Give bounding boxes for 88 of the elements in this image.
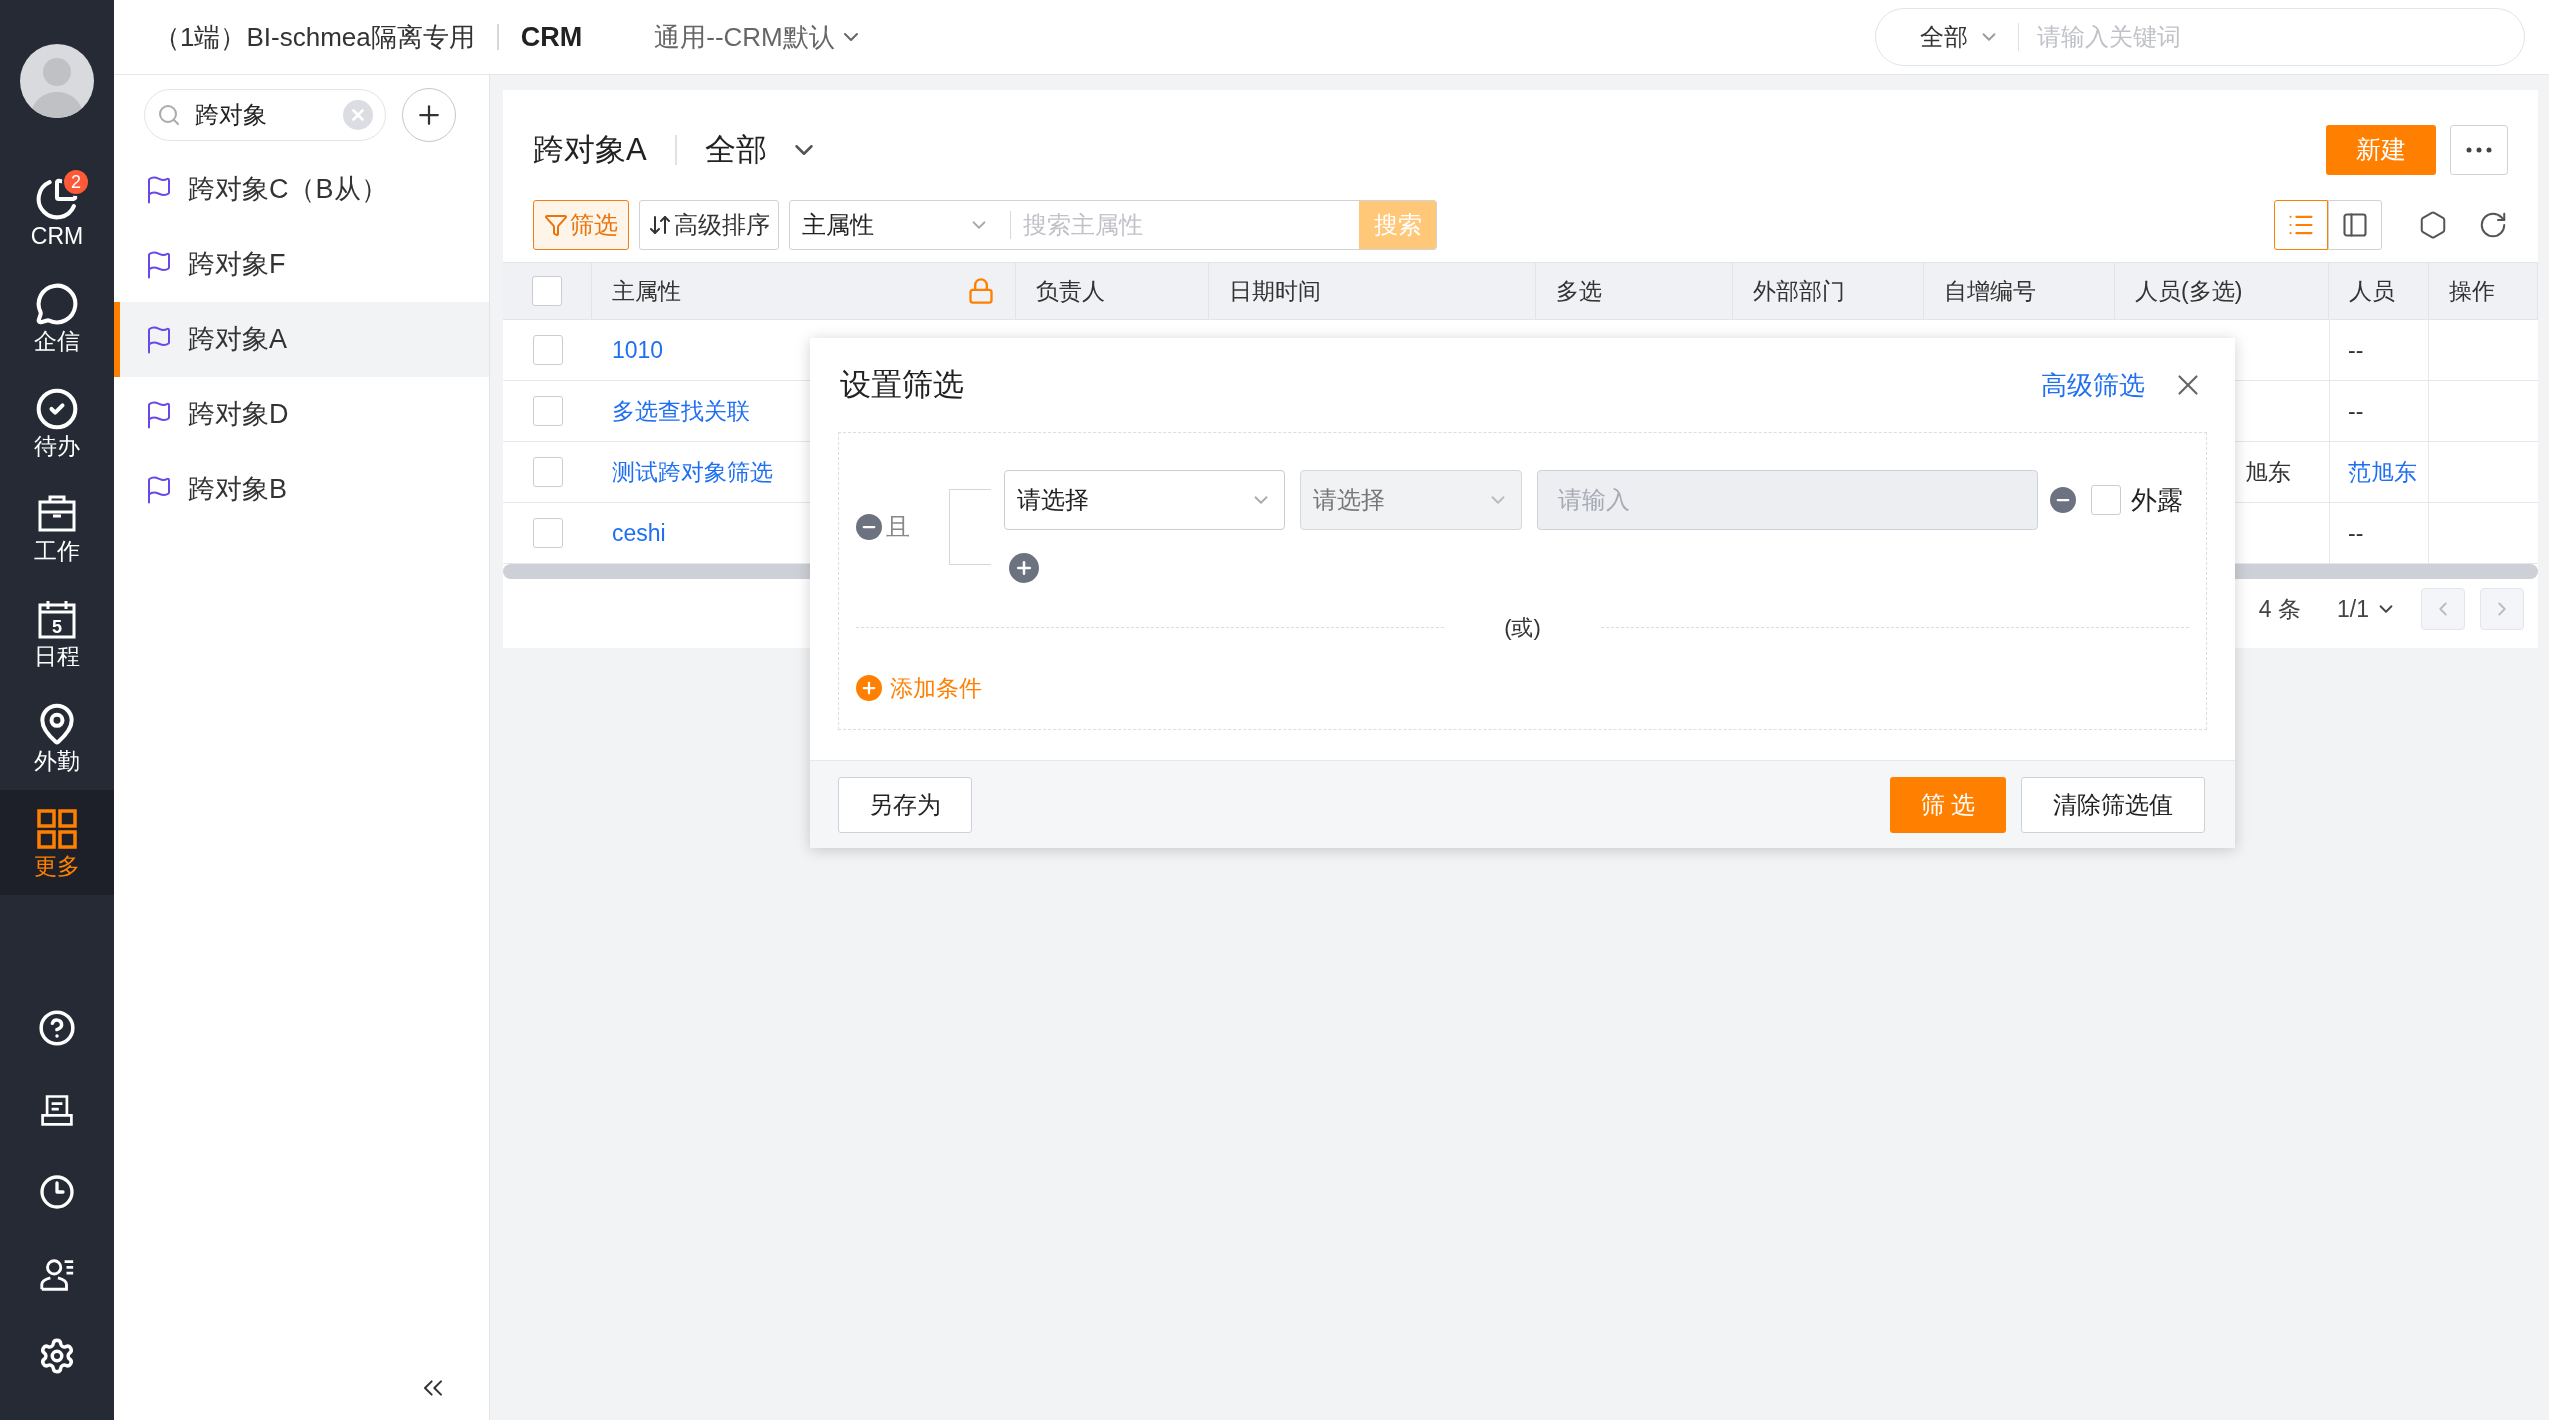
nav-label: 工作 [34,540,80,563]
expose-label: 外露 [2131,483,2183,517]
add-sub-condition-icon[interactable] [1009,553,1039,583]
tenant-name: （1端）BI-schmea隔离专用 [154,20,475,54]
table-cell-text: 旭东 [2245,457,2291,487]
sort-button[interactable]: 高级排序 [639,200,779,250]
object-item[interactable]: 跨对象D [114,377,489,452]
clear-filter-button[interactable]: 清除筛选值 [2021,776,2205,833]
person-link[interactable]: 范旭东 [2348,454,2417,490]
operator-select: 请选择 [1300,470,1522,530]
search-input[interactable]: 跨对象 [195,97,315,133]
select-all-checkbox[interactable] [532,276,562,306]
and-label: 且 [886,511,910,542]
field-dropdown[interactable]: 主属性 [790,201,1010,249]
remove-condition-icon[interactable] [2050,487,2076,513]
check-circle-icon [35,387,79,431]
record-link[interactable]: 1010 [612,332,664,368]
column-header[interactable]: 外部部门 [1753,273,1845,309]
remove-group-icon[interactable] [856,513,882,540]
nav-item[interactable]: 更多 [0,790,114,895]
table-cell-text: -- [2348,396,2364,426]
table-cell-text: -- [2348,335,2364,365]
ellipsis-icon [2466,147,2492,153]
panel-icon [2341,211,2369,239]
column-header[interactable]: 负责人 [1036,273,1105,309]
tray-icon[interactable] [39,1092,75,1128]
row-checkbox[interactable] [532,457,563,487]
clock-icon[interactable] [39,1174,75,1210]
column-header[interactable]: 主属性 [612,273,681,309]
column-header[interactable]: 自增编号 [1944,273,2036,309]
row-checkbox[interactable] [532,335,563,365]
column-header[interactable]: 操作 [2449,273,2495,309]
row-checkbox[interactable] [532,518,563,548]
record-link[interactable]: 测试跨对象筛选 [612,454,773,490]
record-link[interactable]: 多选查找关联 [612,393,750,429]
view-dropdown[interactable]: 通用--CRM默认 [654,17,863,57]
nav-item[interactable]: 工作 [0,475,114,580]
notification-badge: 2 [62,168,90,196]
app-name: CRM [520,20,583,54]
split-view-button[interactable] [2328,200,2382,250]
object-item[interactable]: 跨对象B [114,452,489,527]
expose-checkbox[interactable] [2091,485,2121,515]
record-link[interactable]: ceshi [612,515,666,551]
advanced-filter-link[interactable]: 高级筛选 [2041,365,2145,405]
nav-item[interactable]: 外勤 [0,685,114,790]
page-dropdown[interactable]: 1/1 [2337,591,2397,627]
or-separator: (或) [1504,613,1541,642]
nav-item[interactable]: 5 日程 [0,580,114,685]
column-header[interactable]: 多选 [1556,273,1602,309]
table-cell-text: -- [2348,518,2364,548]
nav-label: 更多 [34,855,80,878]
nav-label: 日程 [34,645,80,668]
nav-item[interactable]: 企信 [0,265,114,370]
object-item[interactable]: 跨对象C（B从） [114,152,489,227]
total-count: 4 条 [2258,594,2301,624]
nav-label: 待办 [34,435,80,458]
lock-icon [967,277,995,305]
chat-bubble-icon [35,282,79,326]
nav-label: 外勤 [34,750,80,773]
scope-dropdown[interactable]: 全部 [704,126,819,174]
nav-label: CRM [30,225,84,248]
grid-icon [35,807,79,851]
nav-item[interactable]: 2 CRM [0,160,114,265]
search-input[interactable]: 请输入关键词 [2037,19,2480,55]
nav-label: 企信 [34,330,80,353]
search-field[interactable]: 搜索主属性 [1011,201,1359,249]
column-header[interactable]: 人员(多选) [2135,273,2243,309]
funnel-icon [544,213,568,237]
save-as-button[interactable]: 另存为 [838,776,972,833]
search-icon [157,103,181,127]
object-item[interactable]: 跨对象F [114,227,489,302]
settings-icon[interactable] [38,1337,76,1375]
dialog-title: 设置筛选 [840,365,964,404]
global-search-field[interactable]: 全部 请输入关键词 [1875,8,2525,66]
object-item[interactable]: 跨对象A [114,302,489,377]
help-icon[interactable] [38,1009,76,1047]
list-title: 跨对象A [533,130,647,169]
search-bar[interactable]: 主属性 搜索主属性 搜索 [789,200,1437,250]
column-header[interactable]: 日期时间 [1229,273,1321,309]
row-checkbox[interactable] [532,396,563,426]
refresh-icon[interactable] [2478,210,2508,240]
settings-icon[interactable] [2418,210,2448,240]
field-select[interactable]: 请选择 [1004,470,1285,530]
search-scope[interactable]: 全部 [1920,19,1968,55]
column-header[interactable]: 人员 [2349,273,2395,309]
pie-chart-icon [35,177,79,221]
sort-icon [648,213,672,237]
nav-item[interactable]: 待办 [0,370,114,475]
